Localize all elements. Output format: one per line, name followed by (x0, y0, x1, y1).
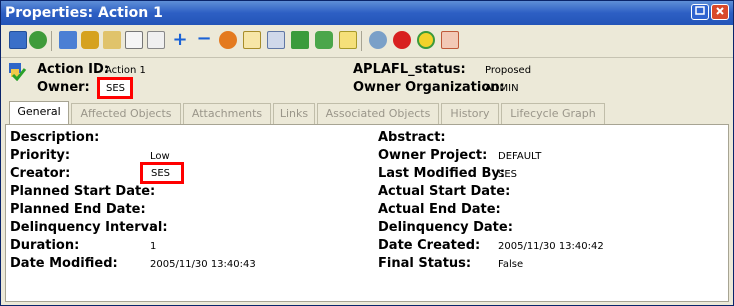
actual-start-date-label: Actual Start Date: (378, 184, 511, 199)
toolbar: + − (1, 25, 733, 58)
status-label: APLAFL_status: (353, 62, 466, 77)
date-created-label: Date Created: (378, 238, 481, 253)
tab-links[interactable]: Links (273, 103, 315, 125)
tab-affected-objects[interactable]: Affected Objects (71, 103, 181, 125)
target-icon[interactable] (417, 31, 435, 49)
owner-project-value: DEFAULT (498, 151, 542, 162)
maximize-button[interactable] (691, 4, 709, 20)
copy-icon[interactable] (125, 31, 143, 49)
title-bar[interactable]: Properties: Action 1 (1, 1, 733, 25)
remove-icon[interactable]: − (195, 30, 213, 49)
tab-history[interactable]: History (441, 103, 499, 125)
mail-icon[interactable] (243, 31, 261, 49)
owner-highlight: SES (97, 77, 133, 99)
duration-value: 1 (150, 241, 157, 252)
delinquency-date-label: Delinquency Date: (378, 220, 513, 235)
status-value: Proposed (485, 65, 532, 76)
close-icon (716, 7, 724, 15)
window-title: Properties: Action 1 (5, 5, 163, 21)
note-icon[interactable] (339, 31, 357, 49)
refresh-icon[interactable] (29, 31, 47, 49)
delinquency-interval-label: Delinquency Interval: (10, 220, 168, 235)
creator-value: SES (151, 168, 171, 179)
add-icon[interactable]: + (171, 31, 189, 49)
planned-end-date-label: Planned End Date: (10, 202, 146, 217)
owner-label: Owner: (37, 80, 90, 95)
forward-icon[interactable] (267, 31, 285, 49)
tab-general[interactable]: General (9, 101, 69, 126)
tab-associated-objects[interactable]: Associated Objects (317, 103, 439, 125)
export-icon[interactable] (291, 31, 309, 49)
priority-label: Priority: (10, 148, 71, 163)
save-icon[interactable] (9, 31, 27, 49)
final-status-label: Final Status: (378, 256, 472, 271)
actual-end-date-label: Actual End Date: (378, 202, 501, 217)
toolbar-separator (361, 31, 362, 51)
pencil-icon[interactable] (103, 31, 121, 49)
close-button[interactable] (711, 4, 729, 20)
new-document-icon[interactable] (441, 31, 459, 49)
date-modified-label: Date Modified: (10, 256, 118, 271)
owner-org-value: ADMIN (485, 83, 519, 94)
date-created-value: 2005/11/30 13:40:42 (498, 241, 604, 252)
planned-start-date-label: Planned Start Date: (10, 184, 156, 199)
abstract-label: Abstract: (378, 130, 446, 145)
edit-icon[interactable] (81, 31, 99, 49)
owner-value: SES (106, 83, 126, 94)
final-status-value: False (498, 259, 524, 270)
last-modified-by-label: Last Modified By: (378, 166, 506, 181)
date-modified-value: 2005/11/30 13:40:43 (150, 259, 256, 270)
paste-icon[interactable] (147, 31, 165, 49)
tab-lifecycle-graph[interactable]: Lifecycle Graph (501, 103, 605, 125)
creator-label: Creator: (10, 166, 71, 181)
action-icon (7, 61, 27, 82)
cycle-icon[interactable] (315, 31, 333, 49)
owner-org-label: Owner Organization: (353, 80, 505, 95)
action-id-value: Action 1 (105, 65, 146, 76)
delinquency-interval-value: 0 (150, 223, 157, 234)
properties-window: Properties: Action 1 + − Action ID: Acti… (0, 0, 734, 306)
tab-attachments[interactable]: Attachments (183, 103, 271, 125)
maximize-icon (695, 6, 705, 15)
owner-project-label: Owner Project: (378, 148, 488, 163)
search-icon[interactable] (219, 31, 237, 49)
general-panel: Description: Priority: Low Creator: SES … (5, 124, 729, 302)
globe-icon[interactable] (369, 31, 387, 49)
action-id-label: Action ID: (37, 62, 109, 77)
toolbar-separator (51, 31, 52, 51)
duration-label: Duration: (10, 238, 80, 253)
priority-value: Low (150, 151, 170, 162)
last-modified-by-value: SES (498, 169, 518, 180)
tree-icon[interactable] (59, 31, 77, 49)
creator-highlight: SES (140, 162, 184, 184)
stop-icon[interactable] (393, 31, 411, 49)
description-label: Description: (10, 130, 100, 145)
